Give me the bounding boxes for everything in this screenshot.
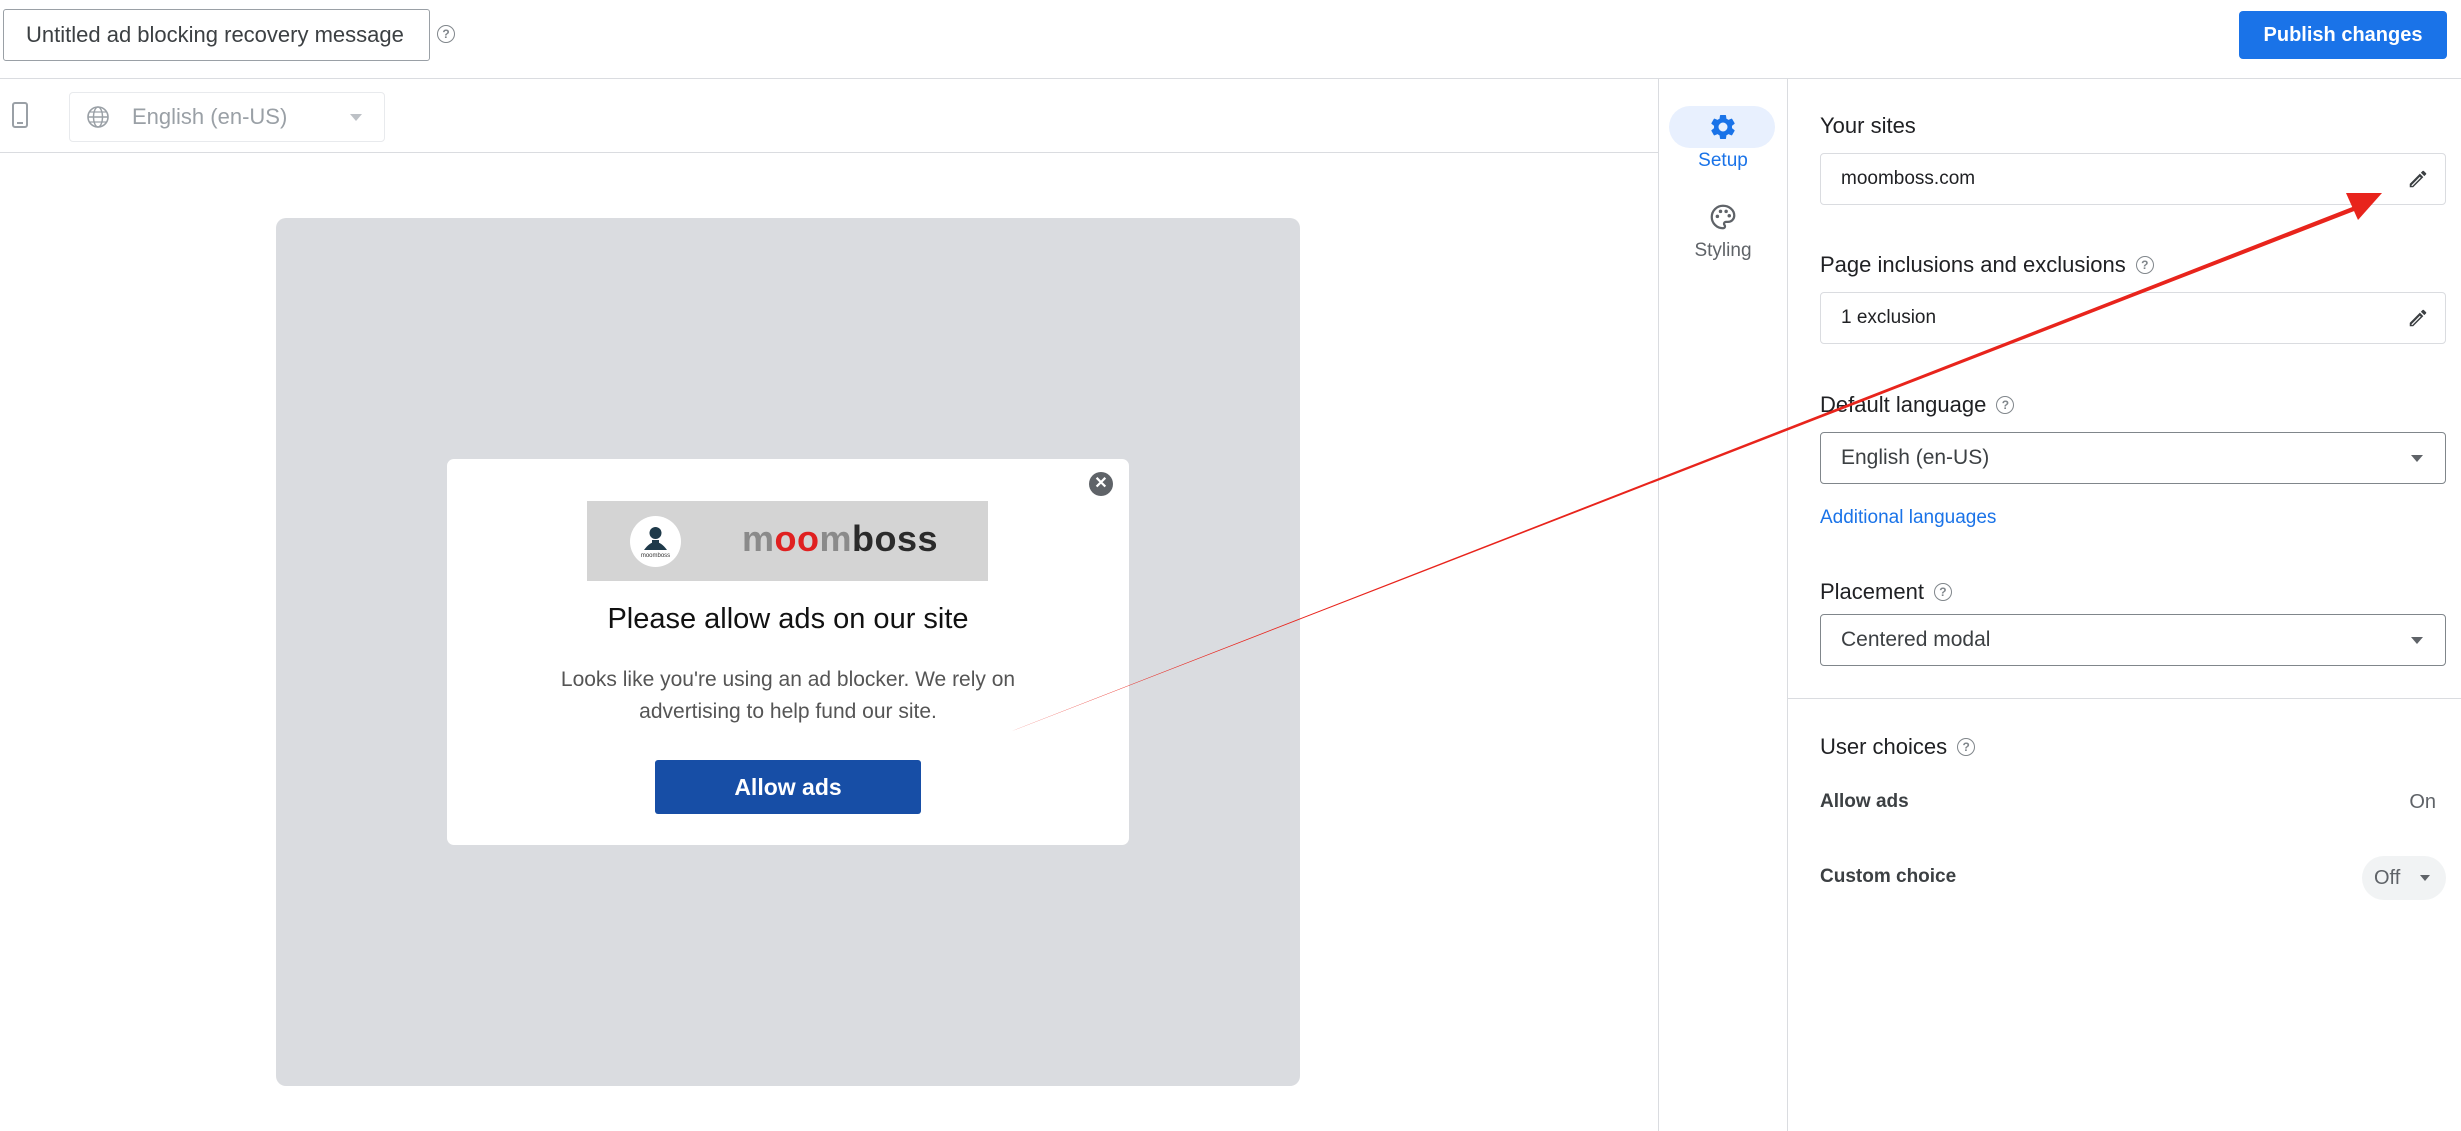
your-sites-title: Your sites: [1820, 112, 1916, 140]
nav-styling[interactable]: Styling: [1660, 196, 1786, 272]
mobile-device-icon: [12, 102, 28, 128]
inclusions-title-text: Page inclusions and exclusions: [1820, 252, 2126, 277]
placement-select[interactable]: Centered modal: [1820, 614, 2446, 666]
palette-icon: [1710, 204, 1736, 230]
default-language-select[interactable]: English (en-US): [1820, 432, 2446, 484]
chevron-down-icon: [2411, 455, 2423, 462]
modal-title: Please allow ads on our site: [607, 603, 969, 635]
your-sites-title-text: Your sites: [1820, 113, 1916, 138]
default-language-title: Default language ?: [1820, 391, 2015, 419]
logo-avatar: moomboss: [630, 516, 681, 567]
panel-divider: [1788, 698, 2461, 699]
gear-icon: [1711, 115, 1735, 139]
logo-part-1: m: [742, 518, 775, 559]
custom-choice-label: Custom choice: [1820, 866, 1957, 887]
toolbar-divider: [0, 152, 1658, 153]
device-toggle[interactable]: [10, 102, 30, 128]
user-choices-title-text: User choices: [1820, 734, 1948, 759]
person-icon: [644, 527, 667, 550]
chevron-down-icon: [2411, 637, 2423, 644]
modal-close-icon[interactable]: ✕: [1089, 472, 1113, 496]
custom-choice-value: Off: [2374, 866, 2401, 889]
allow-ads-choice-label: Allow ads: [1820, 791, 1909, 812]
user-choices-help-icon[interactable]: ?: [1957, 738, 1976, 756]
default-language-title-text: Default language: [1820, 392, 1987, 417]
preview-language-value: English (en-US): [132, 104, 288, 129]
rail-left-divider: [1658, 78, 1659, 1131]
allow-ads-button[interactable]: Allow ads: [655, 760, 921, 814]
logo-wordmark: moomboss: [742, 518, 938, 560]
your-sites-value: moomboss.com: [1841, 168, 1976, 189]
logo-part-3: m: [819, 518, 853, 559]
your-sites-field[interactable]: moomboss.com: [1820, 153, 2446, 205]
edit-pencil-icon[interactable]: [2407, 307, 2429, 329]
allow-ads-choice-value: On: [2409, 791, 2436, 813]
placement-value: Centered modal: [1841, 628, 1991, 651]
nav-styling-label: Styling: [1694, 240, 1752, 261]
nav-setup-label: Setup: [1698, 150, 1748, 171]
message-title-input[interactable]: [3, 9, 430, 61]
default-language-value: English (en-US): [1841, 446, 1990, 469]
nav-setup[interactable]: Setup: [1660, 104, 1786, 180]
inclusions-title: Page inclusions and exclusions ?: [1820, 251, 2154, 279]
inclusions-help-icon[interactable]: ?: [2135, 256, 2154, 274]
chevron-down-icon: [350, 114, 362, 121]
globe-icon: [87, 106, 109, 128]
logo-part-4: boss: [852, 518, 939, 559]
placement-title-text: Placement: [1820, 579, 1924, 604]
edit-pencil-icon[interactable]: [2407, 168, 2429, 190]
preview-language-select[interactable]: English (en-US): [69, 92, 385, 142]
placement-help-icon[interactable]: ?: [1933, 583, 1952, 601]
placement-title: Placement ?: [1820, 578, 1952, 606]
rail-right-divider: [1787, 78, 1788, 1131]
inclusions-field[interactable]: 1 exclusion: [1820, 292, 2446, 344]
default-language-help-icon[interactable]: ?: [1996, 396, 2015, 414]
logo-small-text: moomboss: [640, 553, 671, 559]
header-divider: [0, 78, 2461, 79]
inclusions-value: 1 exclusion: [1841, 307, 1937, 328]
chevron-down-icon: [2420, 875, 2430, 881]
custom-choice-dropdown[interactable]: Off: [2362, 856, 2446, 900]
modal-body-text: Looks like you're using an ad blocker. W…: [560, 668, 1016, 723]
user-choices-title: User choices ?: [1820, 733, 1976, 761]
title-help-icon[interactable]: ?: [437, 25, 455, 43]
logo-part-2: oo: [774, 518, 820, 559]
publish-changes-button[interactable]: Publish changes: [2239, 11, 2447, 59]
additional-languages-link[interactable]: Additional languages: [1820, 507, 1996, 529]
